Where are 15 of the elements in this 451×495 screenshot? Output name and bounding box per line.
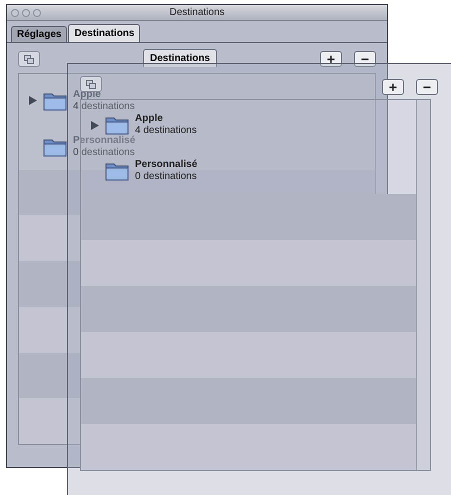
window-title: Destinations [169,6,225,20]
remove-button[interactable]: − [416,79,438,95]
add-button[interactable]: + [382,79,404,95]
remove-button[interactable]: − [354,51,376,67]
item-name: Personnalisé [135,159,198,171]
tab[interactable]: Réglages [11,26,68,42]
add-button[interactable]: + [320,51,342,67]
item-name: Personnalisé [73,134,136,147]
item-count: 4 destinations [73,100,135,113]
item-name: Apple [135,113,164,125]
item-count: 0 destinations [135,171,198,183]
tab[interactable]: Destinations [68,24,140,42]
item-count: 4 destinations [135,125,197,137]
section-tab[interactable]: Destinations [142,49,217,67]
item-count: 0 destinations [73,146,136,159]
